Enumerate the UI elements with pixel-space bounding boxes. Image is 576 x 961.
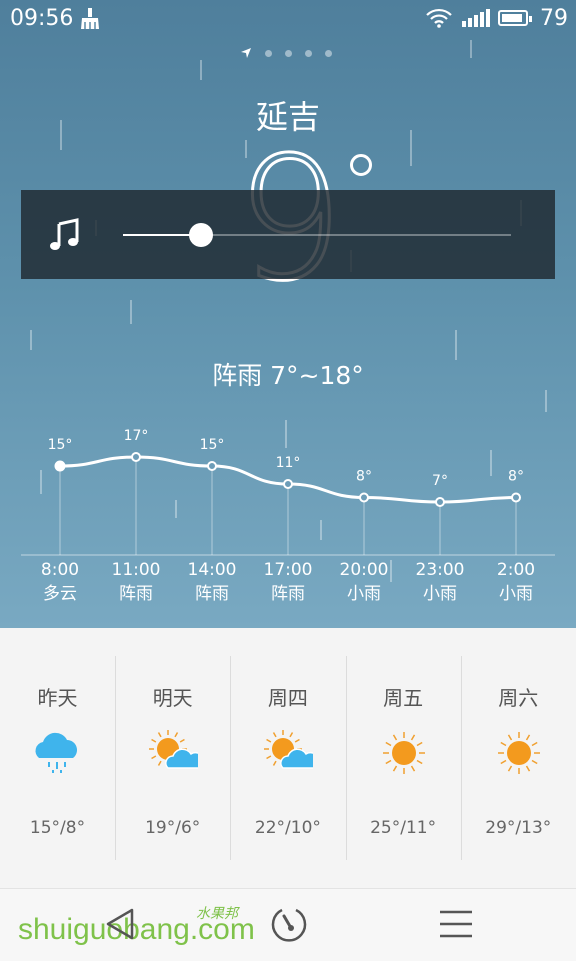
gauge-icon[interactable] [270, 905, 308, 943]
navigation-bar: shuiguobang.com 水果邦 [0, 888, 576, 961]
hour-time: 8:00 [40, 560, 80, 580]
day-divider [230, 656, 232, 860]
battery-level: 79 [540, 6, 568, 31]
music-player-bar[interactable] [21, 190, 555, 279]
day-name: 周四 [267, 686, 308, 710]
temperature-point [435, 497, 445, 507]
back-icon[interactable] [104, 907, 136, 941]
wifi-icon [426, 8, 452, 28]
cleaner-icon [81, 8, 99, 29]
temperature-label: 15° [200, 437, 225, 453]
rain-streak [200, 60, 202, 80]
day-name: 昨天 [37, 686, 78, 710]
temperature-label: 8° [356, 469, 372, 485]
status-bar: 09:56 79 [0, 0, 576, 40]
hour-condition: 小雨 [347, 584, 381, 604]
hour-time: 23:00 [415, 560, 465, 580]
partly-cloudy-icon [149, 730, 199, 769]
rain-streak [130, 300, 132, 324]
hour-condition: 阵雨 [195, 584, 229, 604]
hour-time: 20:00 [339, 560, 389, 580]
degree-symbol [350, 154, 372, 176]
hour-time: 14:00 [187, 560, 237, 580]
day-temperature-range: 22°/10° [254, 818, 321, 838]
day-divider [115, 656, 117, 860]
battery-icon [498, 10, 532, 26]
sun-icon [497, 732, 540, 774]
rain-streak [30, 330, 32, 350]
page-dot[interactable] [265, 49, 272, 57]
temperature-label: 8° [508, 469, 524, 485]
status-time: 09:56 [10, 6, 74, 31]
day-temperature-range: 29°/13° [485, 818, 552, 838]
day-forecast[interactable]: 昨天 15°/8° [0, 628, 115, 888]
day-name: 周五 [383, 686, 424, 710]
day-temperature-range: 19°/6° [145, 818, 201, 838]
weather-background: 09:56 79 延吉 9 [0, 0, 576, 628]
hour-condition: 小雨 [423, 584, 457, 604]
hour-time: 11:00 [111, 560, 161, 580]
temperature-point [359, 492, 369, 503]
temperature-point [207, 461, 217, 471]
daily-forecast: 昨天 15°/8° 明天 19°/6° 周四 22°/10° 周五 25°/11° 周六 29°/… [0, 628, 576, 888]
signal-icon [462, 9, 490, 27]
menu-icon[interactable] [438, 909, 474, 939]
page-dot[interactable] [305, 49, 312, 57]
hourly-forecast: 15° 17° 15° 11° 8° 7° 8° 8:00 多云 11:00 阵雨 14:00 阵雨 1… [0, 420, 576, 620]
temperature-label: 17° [124, 428, 149, 444]
city-name[interactable]: 延吉 [0, 92, 576, 138]
hour-condition: 阵雨 [271, 584, 305, 604]
hour-time: 2:00 [496, 560, 536, 580]
temperature-point [131, 452, 141, 462]
hour-condition: 小雨 [499, 584, 533, 604]
day-divider [460, 656, 462, 860]
rain-cloud-icon [35, 732, 77, 773]
temperature-label: 15° [48, 437, 73, 453]
day-divider [345, 656, 347, 860]
temperature-point [283, 479, 293, 489]
day-temperature-range: 25°/11° [370, 818, 437, 838]
day-temperature-range: 15°/8° [29, 818, 86, 838]
day-forecast[interactable]: 周六 29°/13° [461, 628, 576, 888]
weather-summary: 阵雨 7°~18° [212, 361, 364, 390]
day-forecast[interactable]: 周五 25°/11° [346, 628, 461, 888]
rain-streak [470, 40, 472, 58]
watermark-logo: 水果邦 [196, 906, 238, 922]
hour-condition: 多云 [43, 584, 77, 604]
volume-slider-knob[interactable] [188, 223, 213, 247]
day-forecast[interactable]: 周四 22°/10° [230, 628, 345, 888]
temperature-label: 7° [432, 473, 448, 489]
temperature-label: 11° [276, 455, 301, 471]
location-arrow-icon [241, 48, 251, 58]
day-name: 周六 [498, 686, 539, 710]
page-indicator[interactable] [240, 46, 332, 60]
hourly-temperature-chart: 15° 17° 15° 11° 8° 7° 8° [21, 428, 555, 556]
hour-time: 17:00 [263, 560, 313, 580]
sun-icon [382, 732, 425, 774]
partly-cloudy-icon [264, 730, 314, 769]
temperature-point [511, 492, 521, 503]
temperature-point [54, 460, 66, 472]
hour-condition: 阵雨 [119, 584, 153, 604]
page-dot[interactable] [325, 49, 332, 57]
day-forecast[interactable]: 明天 19°/6° [115, 628, 230, 888]
rain-streak [545, 390, 547, 412]
music-note-icon[interactable] [49, 218, 81, 252]
day-name: 明天 [152, 686, 193, 710]
page-dot[interactable] [285, 49, 292, 57]
